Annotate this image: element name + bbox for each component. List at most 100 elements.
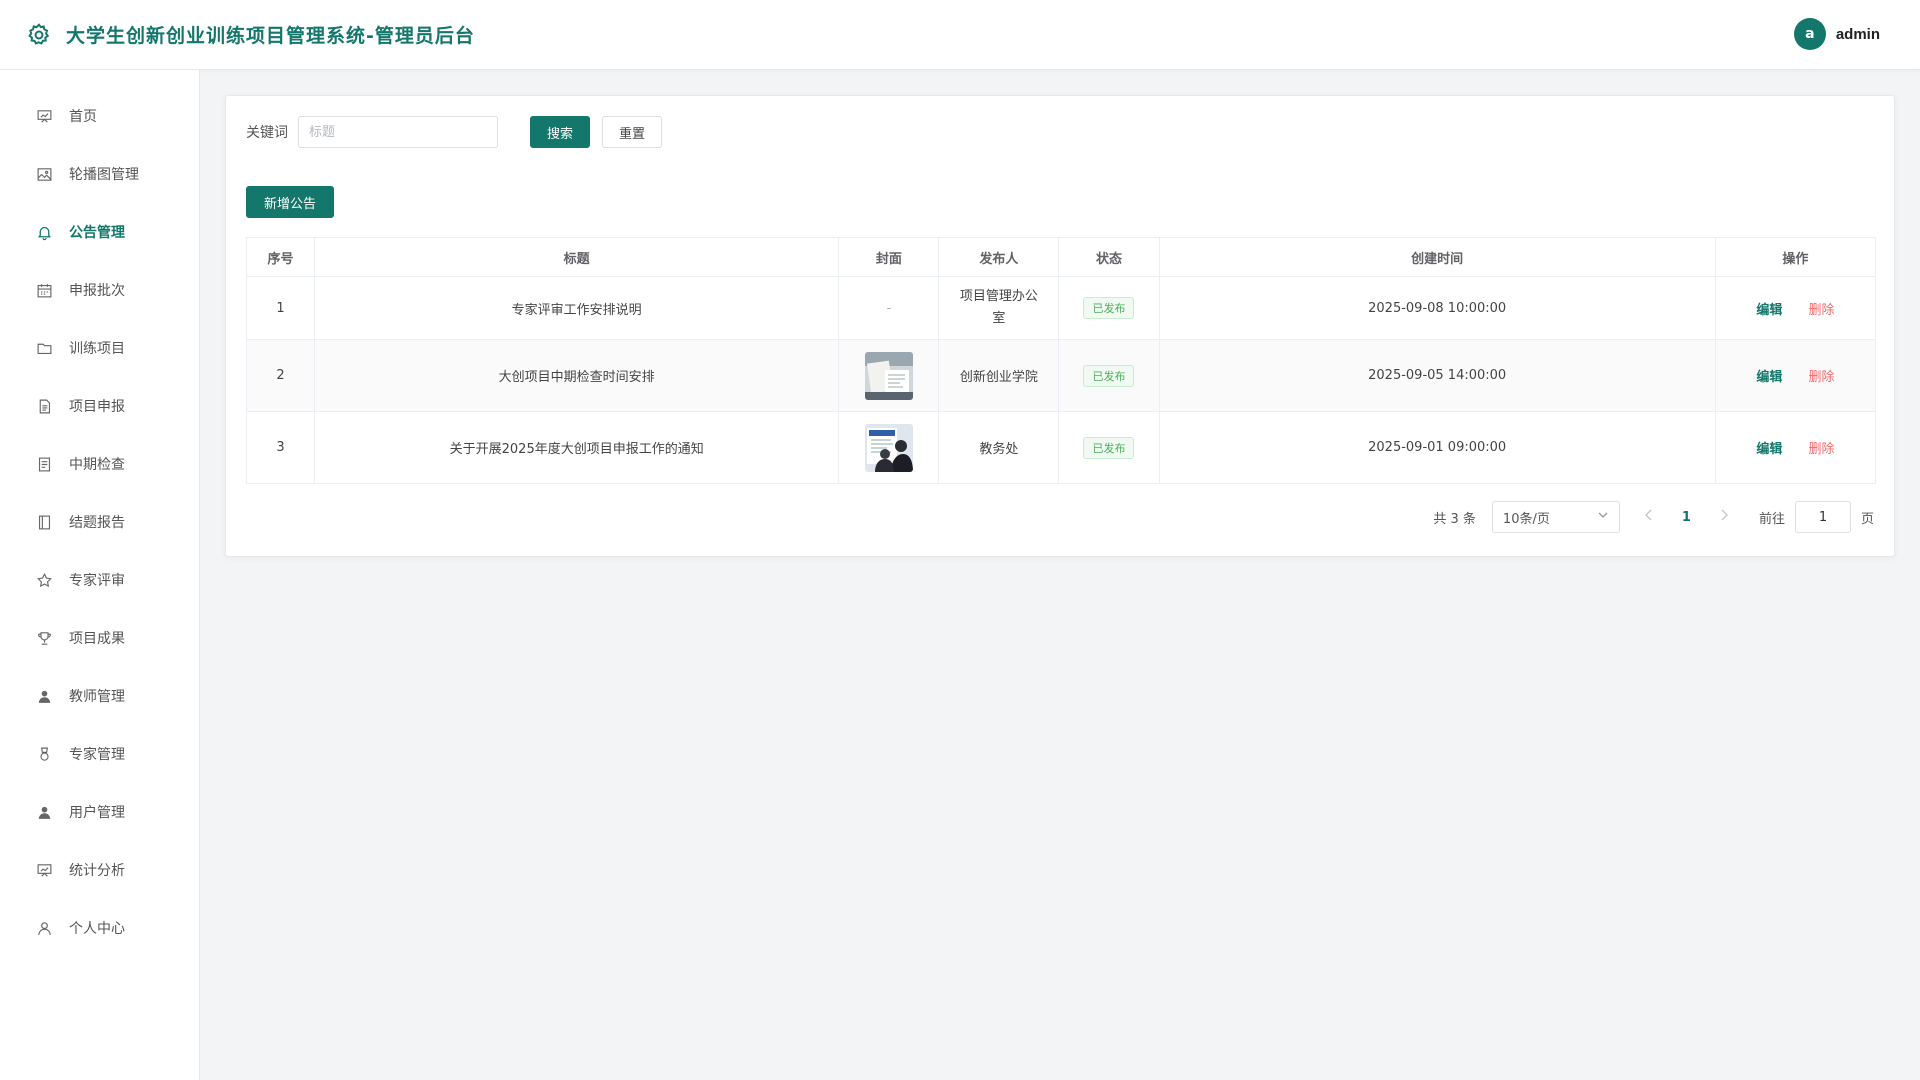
cell-publisher: 项目管理办公室	[938, 276, 1060, 340]
cover-thumbnail[interactable]	[864, 423, 913, 472]
search-button[interactable]: 搜索	[530, 116, 590, 148]
delete-button[interactable]: 删除	[1808, 370, 1834, 385]
app-title: 大学生创新创业训练项目管理系统-管理员后台	[66, 25, 475, 47]
medal-icon	[35, 745, 53, 763]
edit-button[interactable]: 编辑	[1756, 370, 1782, 385]
column-header-created: 创建时间	[1158, 237, 1716, 277]
column-header-status: 状态	[1058, 237, 1160, 277]
pagination: 共 3 条 10条/页 1 前往 页	[1433, 501, 1874, 533]
cell-actions: 编辑 删除	[1714, 276, 1877, 340]
announcement-panel: 关键词 搜索 重置 新增公告 序号 标题 封面 发布人 状态 创建时间 操作 1…	[225, 95, 1895, 557]
sidebar-item-home[interactable]: 首页	[0, 87, 199, 145]
goto-page-input[interactable]	[1794, 501, 1851, 533]
column-header-index: 序号	[245, 237, 316, 277]
username[interactable]: admin	[1836, 26, 1880, 43]
sidebar-item-midterm[interactable]: 中期检查	[0, 435, 199, 493]
chevron-down-icon	[1597, 509, 1609, 525]
sidebar-item-label: 项目申报	[69, 399, 125, 415]
sidebar-item-label: 专家管理	[69, 747, 125, 763]
table-row: 2 大创项目中期检查时间安排 创新创业学院 已发布 2025-09-05 14:…	[245, 339, 1877, 412]
book-icon	[35, 513, 53, 531]
prev-page-button[interactable]	[1644, 509, 1654, 525]
column-header-cover: 封面	[838, 237, 940, 277]
sidebar-item-application[interactable]: 项目申报	[0, 377, 199, 435]
delete-button[interactable]: 删除	[1808, 442, 1834, 457]
cell-created: 2025-09-08 10:00:00	[1158, 276, 1716, 340]
column-header-actions: 操作	[1714, 237, 1877, 277]
calendar-icon	[35, 281, 53, 299]
cell-title: 大创项目中期检查时间安排	[314, 339, 840, 412]
sidebar-item-announcements[interactable]: 公告管理	[0, 203, 199, 261]
search-bar: 关键词 搜索 重置	[246, 116, 662, 148]
user-menu[interactable]: a admin	[1793, 18, 1880, 50]
table-row: 1 专家评审工作安排说明 - 项目管理办公室 已发布 2025-09-08 10…	[245, 276, 1877, 340]
sidebar-item-label: 项目成果	[69, 631, 125, 647]
publisher-text: 项目管理办公室	[959, 289, 1038, 326]
keyword-label: 关键词	[246, 125, 288, 141]
next-page-button[interactable]	[1719, 509, 1729, 525]
delete-button[interactable]: 删除	[1808, 303, 1834, 318]
chart-board-icon	[35, 861, 53, 879]
status-badge: 已发布	[1083, 436, 1135, 459]
cell-status: 已发布	[1058, 276, 1160, 340]
cell-created: 2025-09-05 14:00:00	[1158, 339, 1716, 412]
table-row: 3 关于开展2025年度大创项目申报工作的通知 教务处 已发布 2025-09-…	[245, 411, 1877, 484]
reset-button[interactable]: 重置	[602, 116, 662, 148]
sidebar-item-label: 申报批次	[69, 283, 125, 299]
cell-cover	[838, 411, 940, 484]
dashboard-icon	[35, 107, 53, 125]
sidebar-item-label: 教师管理	[69, 689, 125, 705]
status-badge: 已发布	[1083, 364, 1135, 387]
sidebar-item-teachers[interactable]: 教师管理	[0, 667, 199, 725]
user-filled-icon	[35, 687, 53, 705]
sidebar-item-label: 公告管理	[69, 225, 125, 241]
user-outline-icon	[35, 919, 53, 937]
sidebar-item-label: 轮播图管理	[69, 167, 139, 183]
cell-index: 2	[245, 339, 316, 412]
cell-index: 1	[245, 276, 316, 340]
sidebar-item-profile[interactable]: 个人中心	[0, 899, 199, 957]
cell-title: 关于开展2025年度大创项目申报工作的通知	[314, 411, 840, 484]
avatar[interactable]: a	[1793, 18, 1826, 50]
sidebar-item-carousel[interactable]: 轮播图管理	[0, 145, 199, 203]
cell-cover	[838, 339, 940, 412]
cell-publisher: 创新创业学院	[938, 339, 1060, 412]
cover-thumbnail[interactable]	[864, 351, 913, 400]
cell-status: 已发布	[1058, 411, 1160, 484]
cell-created: 2025-09-01 09:00:00	[1158, 411, 1716, 484]
sidebar-item-users[interactable]: 用户管理	[0, 783, 199, 841]
sidebar-item-label: 用户管理	[69, 805, 125, 821]
sidebar-item-batches[interactable]: 申报批次	[0, 261, 199, 319]
sidebar-item-label: 结题报告	[69, 515, 125, 531]
column-header-publisher: 发布人	[938, 237, 1060, 277]
edit-button[interactable]: 编辑	[1756, 442, 1782, 457]
sidebar-item-label: 首页	[69, 109, 97, 125]
sidebar-item-experts[interactable]: 专家管理	[0, 725, 199, 783]
page-unit-label: 页	[1860, 511, 1874, 527]
total-count: 共 3 条	[1433, 511, 1476, 527]
document-icon	[35, 397, 53, 415]
page-size-select[interactable]: 10条/页	[1491, 501, 1620, 533]
cell-status: 已发布	[1058, 339, 1160, 412]
sidebar-item-achievements[interactable]: 项目成果	[0, 609, 199, 667]
sidebar-item-statistics[interactable]: 统计分析	[0, 841, 199, 899]
cell-actions: 编辑 删除	[1714, 411, 1877, 484]
edit-button[interactable]: 编辑	[1756, 303, 1782, 318]
cell-publisher: 教务处	[938, 411, 1060, 484]
announcement-table: 序号 标题 封面 发布人 状态 创建时间 操作 1 专家评审工作安排说明 - 项…	[245, 237, 1877, 484]
sidebar-item-expert-review[interactable]: 专家评审	[0, 551, 199, 609]
sidebar-item-label: 中期检查	[69, 457, 125, 473]
sidebar-item-final-report[interactable]: 结题报告	[0, 493, 199, 551]
page-size-value: 10条/页	[1502, 511, 1550, 527]
page-number-current[interactable]: 1	[1682, 510, 1691, 525]
cell-title: 专家评审工作安排说明	[314, 276, 840, 340]
add-announcement-button[interactable]: 新增公告	[246, 186, 334, 218]
empty-cover: -	[886, 300, 892, 316]
search-input[interactable]	[298, 116, 498, 148]
sidebar-item-projects[interactable]: 训练项目	[0, 319, 199, 377]
sidebar-item-label: 专家评审	[69, 573, 125, 589]
checklist-icon	[35, 455, 53, 473]
column-header-title: 标题	[314, 237, 840, 277]
sidebar-item-label: 统计分析	[69, 863, 125, 879]
cell-actions: 编辑 删除	[1714, 339, 1877, 412]
